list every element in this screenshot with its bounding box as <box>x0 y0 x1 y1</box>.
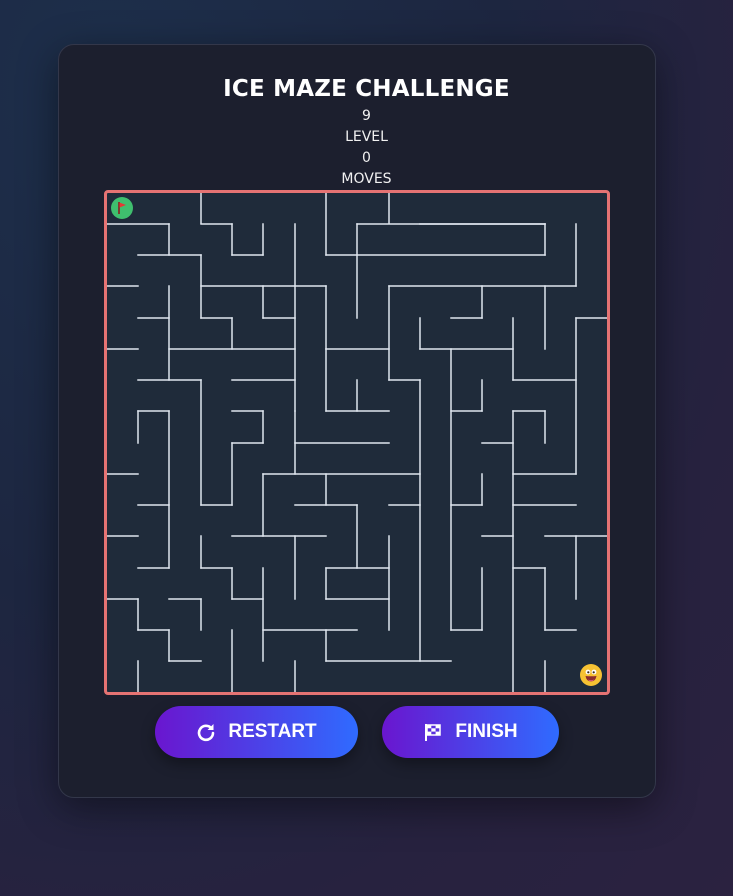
checkered-flag-icon <box>423 722 443 742</box>
level-value: 9 <box>362 108 371 124</box>
grinning-face-icon[interactable] <box>580 664 602 686</box>
finish-label: FINISH <box>455 721 518 742</box>
flag-icon <box>111 197 133 219</box>
restart-button[interactable]: RESTART <box>155 706 358 758</box>
maze-walls <box>107 193 607 692</box>
restart-icon <box>196 722 216 742</box>
moves-value: 0 <box>362 150 371 166</box>
level-label: LEVEL <box>345 129 388 145</box>
restart-label: RESTART <box>228 721 317 742</box>
moves-label: MOVES <box>341 171 392 187</box>
finish-button[interactable]: FINISH <box>382 706 559 758</box>
maze-board[interactable] <box>104 190 610 695</box>
game-title: ICE MAZE CHALLENGE <box>223 76 510 102</box>
